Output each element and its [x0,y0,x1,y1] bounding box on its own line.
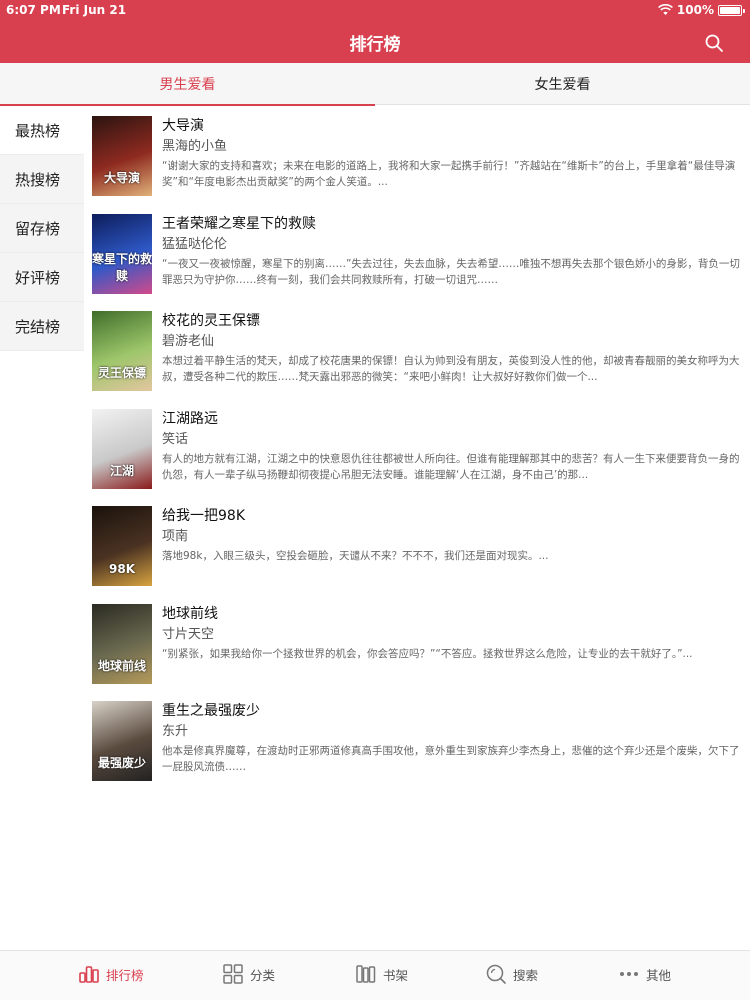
book-item[interactable]: 寒星下的救赎 王者荣耀之寒星下的救赎 猛猛哒伦伦 “一夜又一夜被惊醒，寒星下的别… [84,204,750,302]
tab-female[interactable]: 女生爱看 [375,63,750,105]
search-icon[interactable] [704,33,724,53]
book-cover: 地球前线 [92,603,152,684]
tabbar-label: 排行榜 [106,967,144,983]
cover-title: 寒星下的救赎 [92,251,152,283]
ranking-icon [79,966,99,983]
book-author: 项南 [162,529,189,544]
book-cover: 98K [92,506,152,586]
book-author: 笑话 [162,431,189,447]
book-author: 寸片天空 [162,626,215,642]
book-list: 大导演 大导演 黑海的小鱼 “谢谢大家的支持和喜欢；未来在电影的道路上，我将和大… [84,106,750,789]
page-title: 排行榜 [349,35,401,55]
book-cover: 寒星下的救赎 [92,213,152,294]
book-description: 本想过着平静生活的梵天，却成了校花唐果的保镖！自认为帅到没有朋友，英俊到没人性的… [162,355,740,383]
battery-icon [718,4,745,16]
book-author: 东升 [162,724,189,739]
book-item[interactable]: 地球前线 地球前线 寸片天空 “别紧张，如果我给你一个拯救世界的机会，你会答应吗… [84,594,750,692]
book-description: “谢谢大家的支持和喜欢；未来在电影的道路上，我将和大家一起携手前行！”齐越站在“… [162,160,736,188]
tabbar-label: 搜索 [513,967,539,983]
book-author: 猛猛哒伦伦 [162,236,228,252]
tabbar-ranking[interactable]: 排行榜 [78,963,144,985]
bottom-tab-bar: 排行榜 分类 书架 搜索 其他 [0,950,750,1000]
cover-title: 大导演 [103,171,140,185]
book-item[interactable]: 江湖 江湖路远 笑话 有人的地方就有江湖，江湖之中的快意恩仇往往都被世人所向往。… [84,399,750,497]
book-title: 王者荣耀之寒星下的救赎 [162,215,316,232]
tabbar-category[interactable]: 分类 [222,963,275,985]
book-cover: 最强废少 [92,701,152,781]
category-top-rated[interactable]: 好评榜 [0,253,84,302]
more-icon [620,972,638,976]
book-cover: 大导演 [92,116,152,196]
tab-male[interactable]: 男生爱看 [0,63,375,106]
book-title: 江湖路远 [162,410,218,427]
category-retention[interactable]: 留存榜 [0,204,84,253]
tabbar-search[interactable]: 搜索 [485,963,538,985]
book-title: 地球前线 [162,605,218,622]
book-author: 碧游老仙 [162,334,215,349]
book-title: 大导演 [162,118,204,134]
book-item[interactable]: 98K 给我一把98K 项南 落地98k，入眼三级头，空投会砸脸，天谴从不来？不… [84,496,750,594]
book-cover: 江湖 [92,408,152,489]
tabbar-more[interactable]: 其他 [618,963,671,985]
app-header: 6:07 PM Fri Jun 21 100% 排行榜 [0,0,750,63]
category-hottest[interactable]: 最热榜 [0,106,84,155]
tabbar-bookshelf[interactable]: 书架 [355,963,408,985]
battery-percent: 100% [676,3,714,17]
status-time: 6:07 PM [6,3,61,17]
book-title: 校花的灵王保镖 [162,313,260,329]
book-description: 落地98k，入眼三级头，空投会砸脸，天谴从不来？不不不，我们还是面对现实。... [162,550,549,562]
status-date: Fri Jun 21 [62,3,127,17]
status-right: 100% [657,3,745,17]
cover-title: 江湖 [109,463,134,478]
book-item[interactable]: 最强废少 重生之最强废少 东升 他本是修真界魔尊，在渡劫时正邪两道修真高手围攻他… [84,691,750,789]
book-description: “一夜又一夜被惊醒，寒星下的别离……”失去过往，失去血脉，失去希望……唯独不想再… [162,257,740,286]
book-item[interactable]: 灵王保镖 校花的灵王保镖 碧游老仙 本想过着平静生活的梵天，却成了校花唐果的保镖… [84,301,750,399]
cover-title: 灵王保镖 [97,366,146,380]
book-title: 重生之最强废少 [162,703,260,719]
cover-title: 地球前线 [97,658,146,673]
bookshelf-icon [356,965,376,983]
book-description: “别紧张，如果我给你一个拯救世界的机会，你会答应吗？”“不答应。拯救世界这么危险… [162,647,693,660]
cover-title: 98K [109,562,135,576]
category-menu: 最热榜 热搜榜 留存榜 好评榜 完结榜 [0,106,84,351]
book-title: 给我一把98K [162,508,245,524]
category-completed[interactable]: 完结榜 [0,302,84,351]
grid-icon [223,964,243,984]
cover-title: 最强废少 [97,756,146,770]
book-description: 他本是修真界魔尊，在渡劫时正邪两道修真高手围攻他，意外重生到家族弃少李杰身上，悲… [162,745,740,773]
status-bar: 6:07 PM Fri Jun 21 100% [0,0,750,20]
book-item[interactable]: 大导演 大导演 黑海的小鱼 “谢谢大家的支持和喜欢；未来在电影的道路上，我将和大… [84,106,750,204]
book-description: 有人的地方就有江湖，江湖之中的快意恩仇往往都被世人所向往。但谁有能理解那其中的悲… [162,452,740,481]
book-author: 黑海的小鱼 [162,139,228,154]
search-icon [486,964,506,984]
tabbar-label: 书架 [383,967,409,983]
gender-tabs: 男生爱看 女生爱看 [0,63,750,106]
category-hot-search[interactable]: 热搜榜 [0,155,84,204]
tabbar-label: 其他 [646,967,672,983]
wifi-icon [657,4,673,15]
tabbar-label: 分类 [250,967,276,983]
book-cover: 灵王保镖 [92,311,152,391]
